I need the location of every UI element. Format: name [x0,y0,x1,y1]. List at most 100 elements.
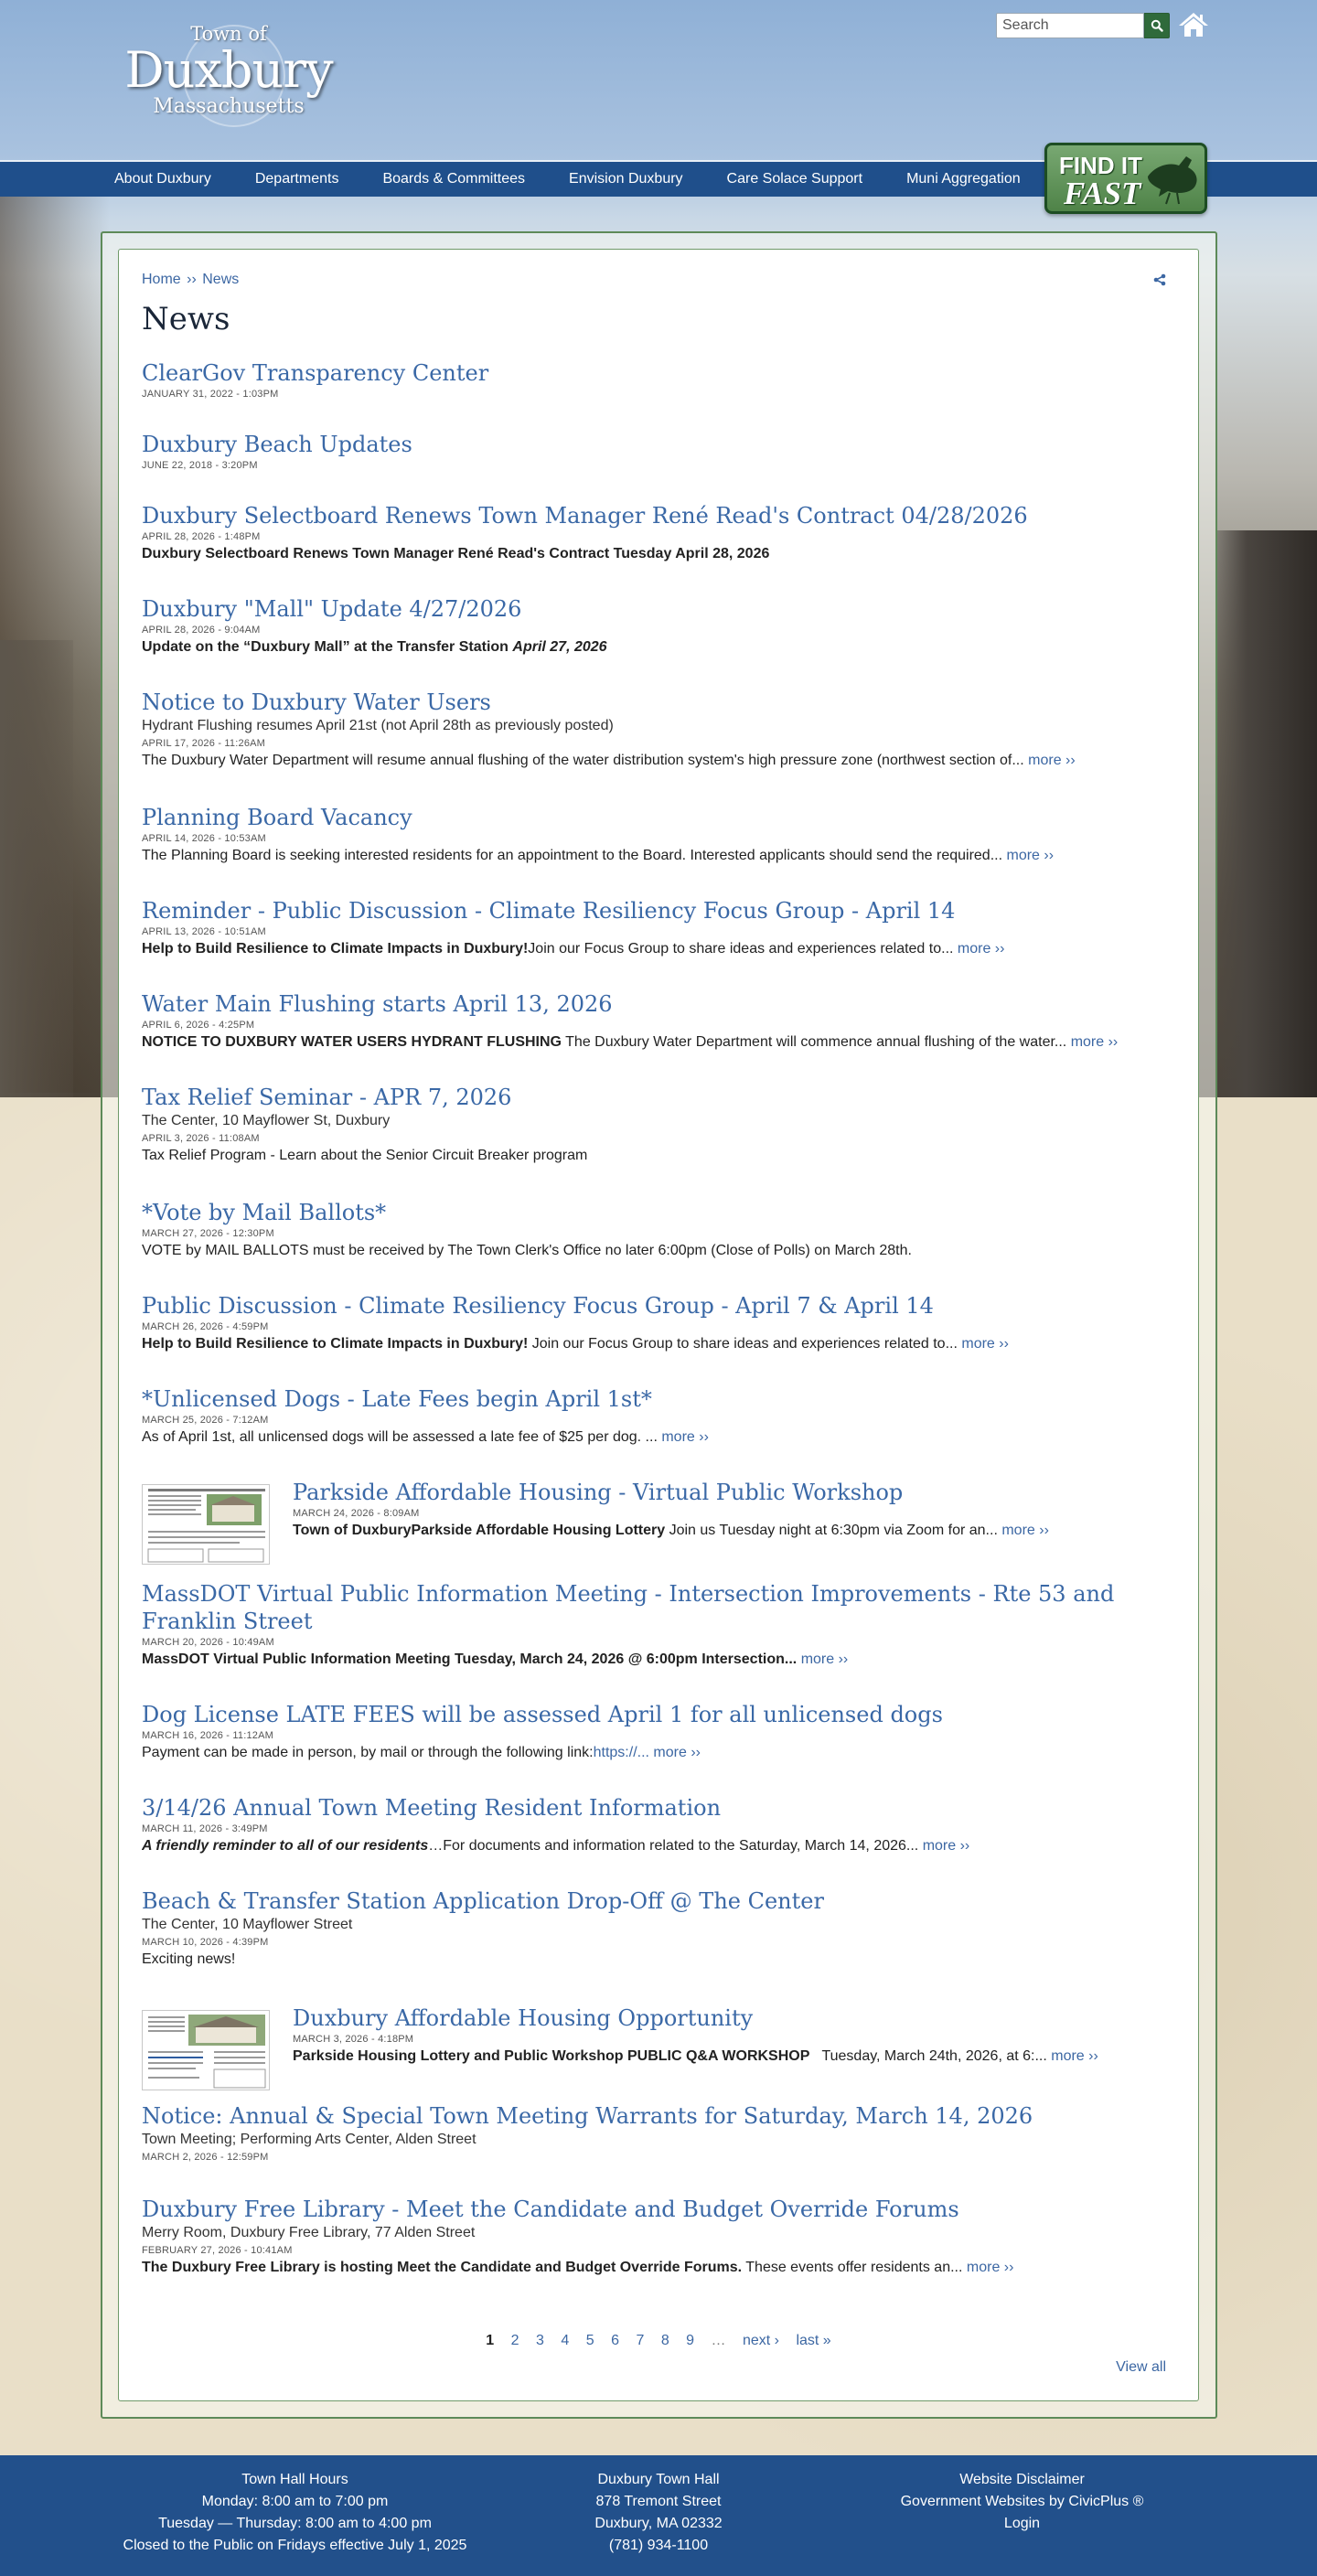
pager-page-link[interactable]: 4 [561,2333,569,2348]
footer-hours-line: Closed to the Public on Fridays effectiv… [123,2538,467,2553]
pager-next-link[interactable]: next › [743,2333,779,2348]
news-title-link[interactable]: *Vote by Mail Ballots* [142,1199,1175,1226]
search-input[interactable] [996,13,1144,38]
more-link[interactable]: more ›› [1028,753,1076,768]
nav-item-muni-aggregation[interactable]: Muni Aggregation [906,171,1021,187]
news-date: APRIL 3, 2026 - 11:08AM [142,1133,260,1144]
pager-page-current: 1 [486,2333,495,2348]
news-date: MARCH 20, 2026 - 10:49AM [142,1637,274,1648]
news-title-link[interactable]: Notice to Duxbury Water Users [142,689,1175,716]
news-summary: The Planning Board is seeking interested… [142,846,1175,866]
find-it-fast-button[interactable]: FIND IT FAST [1044,143,1207,214]
news-summary-bold: Help to Build Resilience to Climate Impa… [142,941,529,957]
footer-hours-line: Monday: 8:00 am to 7:00 pm [201,2494,389,2509]
news-summary: Parkside Housing Lottery and Public Work… [293,2047,1175,2067]
footer-disclaimer-link[interactable]: Website Disclaimer [883,2469,1162,2491]
nav-item-care-solace[interactable]: Care Solace Support [727,171,863,187]
news-summary-link[interactable]: https://... [594,1745,649,1760]
breadcrumb-home[interactable]: Home [142,272,181,287]
more-link[interactable]: more ›› [1051,2048,1098,2064]
main-content: Home ›› News News ClearGov Transparency … [142,270,1175,2375]
breadcrumb: Home ›› News [142,270,1175,290]
more-link[interactable]: more ›› [923,1838,970,1854]
news-item: Duxbury Affordable Housing Opportunity M… [142,2004,1175,2102]
nav-item-departments[interactable]: Departments [255,171,339,187]
news-summary-bold: Parkside Housing Lottery and Public Work… [293,2048,810,2064]
news-thumbnail[interactable] [142,1484,270,1565]
news-item: Parkside Affordable Housing - Virtual Pu… [142,1479,1175,1580]
news-summary: The Duxbury Water Department will resume… [142,751,1175,771]
breadcrumb-news[interactable]: News [202,272,239,287]
bird-icon [1148,156,1197,205]
news-summary-text: These events offer residents an... [742,2260,963,2275]
more-link[interactable]: more ›› [1001,1523,1049,1538]
home-button[interactable] [1177,10,1210,39]
pager-page-link[interactable]: 3 [536,2333,544,2348]
footer-login-link[interactable]: Login [883,2513,1162,2535]
pager-page-link[interactable]: 9 [686,2333,694,2348]
news-date: APRIL 6, 2026 - 4:25PM [142,1020,255,1031]
news-summary: The Duxbury Free Library is hosting Meet… [142,2258,1175,2278]
footer-hours-title: Town Hall Hours [241,2472,348,2487]
more-link[interactable]: more ›› [961,1336,1009,1352]
pager-page-link[interactable]: 8 [661,2333,669,2348]
pager-page-link[interactable]: 7 [636,2333,644,2348]
news-date: JUNE 22, 2018 - 3:20PM [142,460,258,471]
news-summary-bold: Update on the “Duxbury Mall” at the Tran… [142,639,513,655]
news-title-link[interactable]: Notice: Annual & Special Town Meeting Wa… [142,2102,1175,2130]
news-title-link[interactable]: Water Main Flushing starts April 13, 202… [142,990,1175,1018]
pager-page-link[interactable]: 6 [611,2333,619,2348]
news-title-link[interactable]: Planning Board Vacancy [142,804,1175,831]
news-item: Duxbury Free Library - Meet the Candidat… [142,2196,1175,2296]
nav-item-boards[interactable]: Boards & Committees [382,171,525,187]
town-logo[interactable]: Town of Duxbury Massachusetts [119,23,338,142]
news-summary-text: As of April 1st, all unlicensed dogs wil… [142,1429,658,1445]
more-link[interactable]: more ›› [1071,1034,1119,1050]
news-location: Hydrant Flushing resumes April 21st (not… [142,718,614,733]
news-title-link[interactable]: Tax Relief Seminar - APR 7, 2026 [142,1084,1175,1111]
news-title-link[interactable]: Duxbury Affordable Housing Opportunity [293,2004,1175,2032]
more-link[interactable]: more ›› [661,1429,709,1445]
news-title-link[interactable]: Duxbury "Mall" Update 4/27/2026 [142,595,1175,623]
view-all-link[interactable]: View all [1116,2359,1166,2376]
nav-item-envision[interactable]: Envision Duxbury [569,171,683,187]
footer-civicplus-link[interactable]: Government Websites by CivicPlus ® [883,2491,1162,2513]
background-deck [1216,530,1317,1097]
news-title-link[interactable]: Duxbury Free Library - Meet the Candidat… [142,2196,1175,2223]
news-title-link[interactable]: *Unlicensed Dogs - Late Fees begin April… [142,1385,1175,1413]
news-summary: Update on the “Duxbury Mall” at the Tran… [142,637,1175,657]
news-title-link[interactable]: Public Discussion - Climate Resiliency F… [142,1292,1175,1320]
pager-page-link[interactable]: 5 [586,2333,594,2348]
more-link[interactable]: more ›› [1006,848,1054,863]
news-summary: A friendly reminder to all of our reside… [142,1836,1175,1856]
news-title-link[interactable]: Duxbury Selectboard Renews Town Manager … [142,502,1175,529]
footer-address-title: Duxbury Town Hall [597,2472,720,2487]
pager-last-link[interactable]: last » [796,2333,830,2348]
pager-page-link[interactable]: 2 [511,2333,519,2348]
news-title-link[interactable]: ClearGov Transparency Center [142,359,1175,387]
news-item: Duxbury "Mall" Update 4/27/2026 APRIL 28… [142,595,1175,689]
more-link[interactable]: more ›› [958,941,1005,957]
nav-item-about[interactable]: About Duxbury [114,171,211,187]
news-title-link[interactable]: Dog License LATE FEES will be assessed A… [142,1701,1175,1728]
news-summary-text: The Duxbury Water Department will resume… [142,753,1024,768]
news-date: MARCH 3, 2026 - 4:18PM [293,2034,414,2045]
more-link[interactable]: more ›› [801,1651,849,1667]
more-link[interactable]: more ›› [967,2260,1014,2275]
news-title-link[interactable]: 3/14/26 Annual Town Meeting Resident Inf… [142,1794,1175,1822]
news-title-link[interactable]: MassDOT Virtual Public Information Meeti… [142,1580,1175,1635]
news-summary-bold: Duxbury Selectboard Renews Town Manager … [142,546,770,561]
news-title-link[interactable]: Parkside Affordable Housing - Virtual Pu… [293,1479,1175,1506]
pagination: 1 2 3 4 5 6 7 8 9 … next › last » [142,2333,1175,2349]
more-link[interactable]: more ›› [653,1745,701,1760]
news-item: Public Discussion - Climate Resiliency F… [142,1292,1175,1385]
news-thumbnail[interactable] [142,2010,270,2090]
news-title-link[interactable]: Reminder - Public Discussion - Climate R… [142,897,1175,925]
news-title-link[interactable]: Beach & Transfer Station Application Dro… [142,1887,1175,1915]
logo-state: Massachusetts [153,95,305,118]
news-title-link[interactable]: Duxbury Beach Updates [142,431,1175,458]
search-button[interactable] [1144,13,1170,38]
share-button[interactable] [1153,273,1166,293]
news-date: MARCH 16, 2026 - 11:12AM [142,1730,273,1741]
news-date: MARCH 26, 2026 - 4:59PM [142,1321,269,1332]
